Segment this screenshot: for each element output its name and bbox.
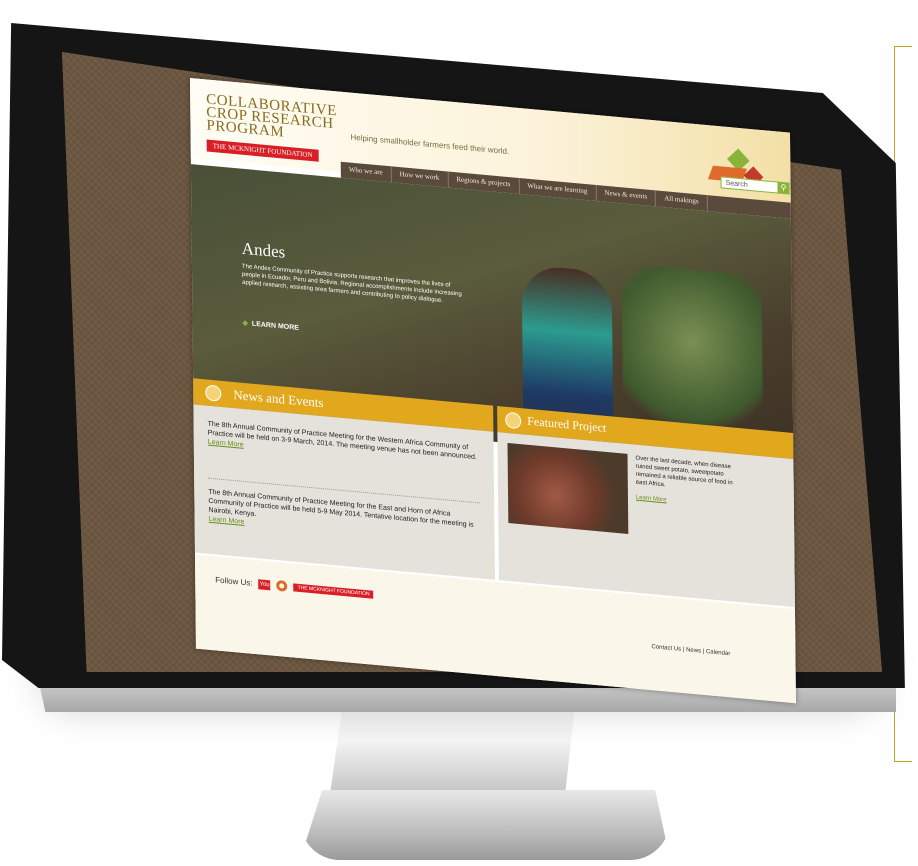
site-tagline: Helping smallholder farmers feed their w…: [350, 132, 510, 157]
arrow-icon: ◆: [242, 319, 248, 328]
monitor-stand-base: [300, 790, 670, 860]
featured-heading: Featured Project: [527, 413, 607, 435]
monitor-stand-neck: [329, 700, 576, 800]
social-ring-icon[interactable]: [276, 579, 288, 592]
hero-learn-more-link[interactable]: ◆ LEARN MORE: [242, 319, 299, 332]
learn-more-label: LEARN MORE: [251, 320, 300, 332]
search-icon[interactable]: ⚲: [777, 181, 790, 195]
featured-photo[interactable]: [507, 442, 629, 534]
youtube-icon[interactable]: You: [258, 578, 271, 590]
follow-us: Follow Us: You THE MCKNIGHT FOUNDATION: [215, 574, 374, 599]
news-item: The 8th Annual Community of Practice Mee…: [208, 488, 480, 549]
featured-project: Over the last decade, when disease ruine…: [497, 432, 795, 608]
follow-label: Follow Us:: [215, 575, 253, 588]
hero-title: Andes: [241, 238, 286, 262]
footer-links[interactable]: Contact Us | News | Calendar: [651, 644, 730, 657]
featured-icon: [505, 411, 522, 430]
website-page: COLLABORATIVE CROP RESEARCH PROGRAM THE …: [190, 78, 796, 704]
news-item: The 8th Annual Community of Practice Mee…: [208, 420, 480, 472]
news-icon: [205, 384, 222, 402]
news-list: The 8th Annual Community of Practice Mee…: [193, 404, 495, 580]
featured-text: Over the last decade, when disease ruine…: [635, 455, 733, 489]
foundation-badge[interactable]: THE MCKNIGHT FOUNDATION: [206, 139, 319, 162]
search-input[interactable]: Search ⚲: [720, 176, 790, 195]
news-heading: News and Events: [233, 386, 324, 411]
featured-learn-more-link[interactable]: Learn More: [636, 495, 667, 504]
footer-foundation-badge[interactable]: THE MCKNIGHT FOUNDATION: [293, 582, 374, 599]
hero-description: The Andes Community of Practice supports…: [241, 263, 462, 305]
search-placeholder: Search: [725, 179, 748, 189]
site-logo[interactable]: COLLABORATIVE CROP RESEARCH PROGRAM: [206, 91, 337, 144]
